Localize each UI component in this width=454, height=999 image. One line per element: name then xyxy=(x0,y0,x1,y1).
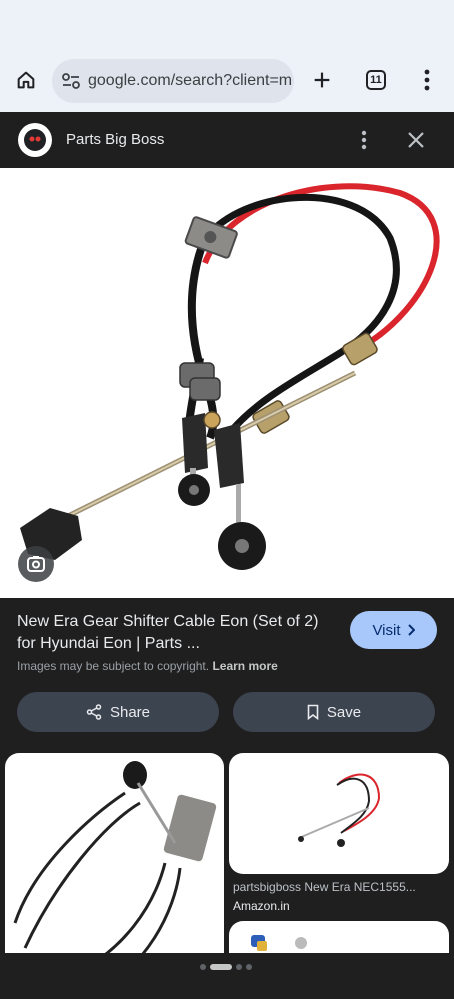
home-icon[interactable] xyxy=(10,64,42,96)
page-dot xyxy=(236,964,242,970)
share-icon xyxy=(86,704,102,720)
google-lens-button[interactable] xyxy=(18,546,54,582)
site-logo xyxy=(18,123,52,157)
copyright-text: Images may be subject to copyright. xyxy=(17,659,210,673)
share-label: Share xyxy=(109,703,151,721)
new-tab-icon[interactable] xyxy=(306,64,338,96)
address-bar[interactable]: google.com/search?client=m xyxy=(52,59,294,103)
learn-more-link[interactable]: Learn more xyxy=(212,659,277,673)
close-icon[interactable] xyxy=(402,126,430,154)
visit-button[interactable]: Visit xyxy=(350,611,437,649)
tab-switcher-button[interactable]: 11 xyxy=(360,64,392,96)
page-dot xyxy=(246,964,252,970)
bookmark-icon xyxy=(307,704,319,720)
page-indicator xyxy=(200,964,252,970)
page-dot-active xyxy=(210,964,232,970)
share-button[interactable]: Share xyxy=(17,692,219,732)
tab-count: 11 xyxy=(366,70,386,90)
page-dot xyxy=(200,964,206,970)
gesture-bar xyxy=(0,953,454,999)
status-bar xyxy=(0,0,454,50)
save-button[interactable]: Save xyxy=(233,692,435,732)
url-text: google.com/search?client=m xyxy=(88,72,293,89)
related-product-image xyxy=(298,773,381,847)
browser-menu-icon[interactable] xyxy=(411,64,443,96)
copyright-notice: Images may be subject to copyright. Lear… xyxy=(17,659,278,673)
site-settings-icon[interactable] xyxy=(54,59,88,103)
more-options-icon[interactable] xyxy=(352,126,376,154)
related-caption: partsbigboss New Era NEC1555... xyxy=(233,880,416,894)
save-label: Save xyxy=(326,703,362,721)
main-product-image[interactable] xyxy=(0,168,454,598)
related-image-card[interactable] xyxy=(229,753,449,874)
visit-label: Visit xyxy=(372,621,401,639)
related-source: Amazon.in xyxy=(233,899,290,913)
result-title[interactable]: New Era Gear Shifter Cable Eon (Set of 2… xyxy=(17,611,335,655)
site-name[interactable]: Parts Big Boss xyxy=(66,131,164,148)
chevron-right-icon xyxy=(407,624,415,636)
